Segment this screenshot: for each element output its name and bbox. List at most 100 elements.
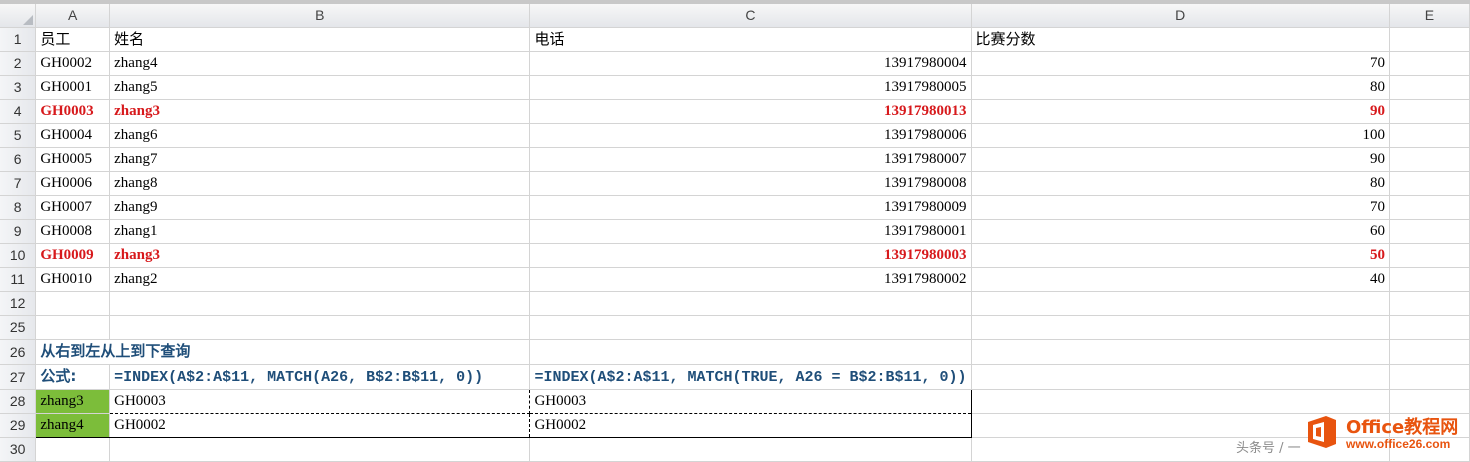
- cell-score[interactable]: 80: [971, 171, 1390, 196]
- row-header[interactable]: 11: [0, 267, 37, 292]
- row-header[interactable]: 25: [0, 315, 37, 340]
- cell-name[interactable]: zhang4: [109, 51, 531, 76]
- cell[interactable]: [35, 315, 111, 340]
- cell-score[interactable]: 70: [971, 195, 1390, 220]
- row-header[interactable]: 4: [0, 99, 37, 124]
- row-header[interactable]: 9: [0, 219, 37, 244]
- cell[interactable]: [1389, 99, 1470, 124]
- cell[interactable]: [971, 315, 1390, 340]
- row-header[interactable]: 6: [0, 147, 37, 172]
- row-header[interactable]: 30: [0, 437, 37, 462]
- lookup-key-cell[interactable]: zhang4: [35, 413, 111, 438]
- cell[interactable]: [109, 315, 531, 340]
- cell[interactable]: [1389, 267, 1470, 292]
- cell-score[interactable]: 100: [971, 123, 1390, 148]
- column-header-e[interactable]: E: [1389, 4, 1470, 28]
- cell-phone[interactable]: 13917980004: [529, 51, 972, 76]
- cell[interactable]: [109, 291, 531, 316]
- cell-phone[interactable]: 13917980005: [529, 75, 972, 100]
- cell[interactable]: [1389, 219, 1470, 244]
- row-header[interactable]: 27: [0, 364, 37, 390]
- column-header-a[interactable]: A: [35, 4, 111, 28]
- cell-employee-id[interactable]: GH0009: [35, 243, 111, 268]
- cell-employee-id[interactable]: GH0006: [35, 171, 111, 196]
- cell[interactable]: [35, 437, 111, 462]
- cell-phone[interactable]: 13917980013: [529, 99, 972, 124]
- cell-score[interactable]: 60: [971, 219, 1390, 244]
- row-header[interactable]: 7: [0, 171, 37, 196]
- cell[interactable]: [1389, 315, 1470, 340]
- cell-employee-id[interactable]: 员工: [35, 27, 111, 52]
- cell[interactable]: [971, 291, 1390, 316]
- cell-employee-id[interactable]: GH0005: [35, 147, 111, 172]
- formula-cell-c27[interactable]: =INDEX(A$2:A$11, MATCH(TRUE, A26 = B$2:B…: [529, 364, 972, 390]
- cell[interactable]: [1389, 243, 1470, 268]
- cell-name[interactable]: zhang3: [109, 243, 531, 268]
- cell-phone[interactable]: 13917980002: [529, 267, 972, 292]
- cell[interactable]: [35, 291, 111, 316]
- cell[interactable]: [1389, 147, 1470, 172]
- cell-phone[interactable]: 电话: [529, 27, 972, 52]
- cell[interactable]: [971, 364, 1390, 390]
- cell[interactable]: [529, 339, 972, 365]
- cell-score[interactable]: 90: [971, 99, 1390, 124]
- cell-employee-id[interactable]: GH0008: [35, 219, 111, 244]
- cell-name[interactable]: zhang7: [109, 147, 531, 172]
- cell[interactable]: [1389, 51, 1470, 76]
- column-header-d[interactable]: D: [971, 4, 1390, 28]
- select-all-button[interactable]: [0, 4, 37, 28]
- cell-name[interactable]: zhang1: [109, 219, 531, 244]
- cell[interactable]: [1389, 171, 1470, 196]
- cell[interactable]: [529, 291, 972, 316]
- cell[interactable]: [1389, 27, 1470, 52]
- cell[interactable]: [1389, 123, 1470, 148]
- result-cell-b28[interactable]: GH0003: [109, 389, 531, 414]
- result-cell-c28[interactable]: GH0003: [529, 389, 972, 414]
- formula-label-cell[interactable]: 公式:: [35, 364, 111, 390]
- row-header[interactable]: 12: [0, 291, 37, 316]
- cell-employee-id[interactable]: GH0003: [35, 99, 111, 124]
- row-header[interactable]: 8: [0, 195, 37, 220]
- cell-phone[interactable]: 13917980009: [529, 195, 972, 220]
- cell[interactable]: [971, 339, 1390, 365]
- cell-phone[interactable]: 13917980001: [529, 219, 972, 244]
- cell-score[interactable]: 70: [971, 51, 1390, 76]
- cell[interactable]: [1389, 75, 1470, 100]
- lookup-key-cell[interactable]: zhang3: [35, 389, 111, 414]
- cell-name[interactable]: zhang8: [109, 171, 531, 196]
- cell-score[interactable]: 40: [971, 267, 1390, 292]
- cell[interactable]: [1389, 389, 1470, 414]
- result-cell-b29[interactable]: GH0002: [109, 413, 531, 438]
- cell[interactable]: [529, 437, 972, 462]
- cell-name[interactable]: zhang6: [109, 123, 531, 148]
- cell[interactable]: [1389, 291, 1470, 316]
- cell-score[interactable]: 比赛分数: [971, 27, 1390, 52]
- cell-name[interactable]: zhang5: [109, 75, 531, 100]
- cell-employee-id[interactable]: GH0010: [35, 267, 111, 292]
- row-header[interactable]: 28: [0, 389, 37, 414]
- column-header-c[interactable]: C: [529, 4, 972, 28]
- row-header[interactable]: 2: [0, 51, 37, 76]
- cell[interactable]: [529, 315, 972, 340]
- cell-employee-id[interactable]: GH0002: [35, 51, 111, 76]
- cell[interactable]: [971, 389, 1390, 414]
- result-cell-c29[interactable]: GH0002: [529, 413, 972, 438]
- cell-phone[interactable]: 13917980003: [529, 243, 972, 268]
- row-header[interactable]: 1: [0, 27, 37, 52]
- cell-name[interactable]: zhang2: [109, 267, 531, 292]
- cell-score[interactable]: 50: [971, 243, 1390, 268]
- cell[interactable]: [109, 437, 531, 462]
- formula-cell-b27[interactable]: =INDEX(A$2:A$11, MATCH(A26, B$2:B$11, 0)…: [109, 364, 531, 390]
- cell[interactable]: [1389, 195, 1470, 220]
- column-header-b[interactable]: B: [109, 4, 531, 28]
- cell-name[interactable]: 姓名: [109, 27, 531, 52]
- row-header[interactable]: 10: [0, 243, 37, 268]
- row-header[interactable]: 26: [0, 339, 37, 365]
- cell-name[interactable]: zhang3: [109, 99, 531, 124]
- cell-employee-id[interactable]: GH0001: [35, 75, 111, 100]
- cell-employee-id[interactable]: GH0007: [35, 195, 111, 220]
- cell-score[interactable]: 90: [971, 147, 1390, 172]
- cell-phone[interactable]: 13917980006: [529, 123, 972, 148]
- section-title-cell[interactable]: 从右到左从上到下查询: [35, 339, 531, 365]
- cell-employee-id[interactable]: GH0004: [35, 123, 111, 148]
